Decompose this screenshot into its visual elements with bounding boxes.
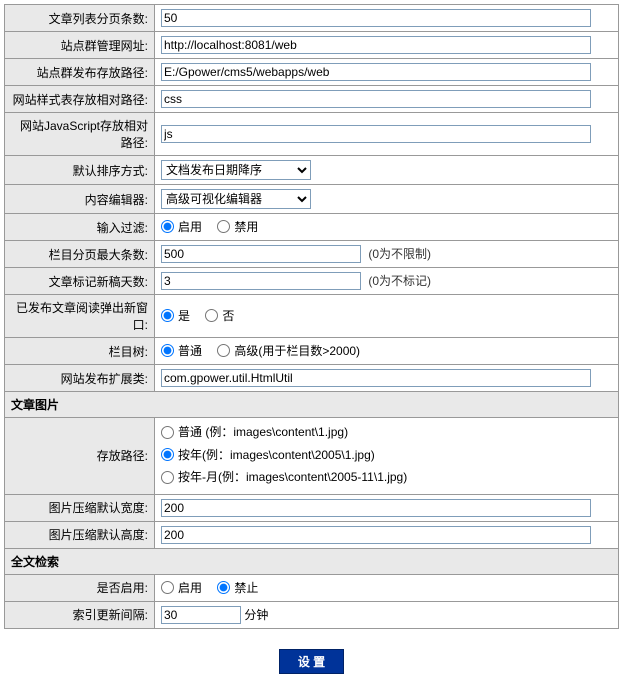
note-new-days: (0为不标记)	[368, 274, 431, 288]
input-css-path[interactable]	[161, 90, 591, 108]
label-ft-enable: 是否启用:	[5, 574, 155, 601]
radio-filter-enable[interactable]: 启用	[161, 218, 202, 235]
label-new-days: 文章标记新稿天数:	[5, 268, 155, 295]
radio-path-normal[interactable]: 普通 (例：images\content\1.jpg)	[161, 422, 348, 442]
select-sort[interactable]: 文档发布日期降序	[161, 160, 311, 180]
label-editor: 内容编辑器:	[5, 185, 155, 214]
input-publish-path[interactable]	[161, 63, 591, 81]
label-ft-interval: 索引更新间隔:	[5, 601, 155, 628]
label-col-max: 栏目分页最大条数:	[5, 241, 155, 268]
note-col-max: (0为不限制)	[368, 247, 431, 261]
input-img-height[interactable]	[161, 526, 591, 544]
radio-newwin-yes[interactable]: 是	[161, 307, 190, 324]
section-fulltext: 全文检索	[5, 548, 619, 574]
label-ext-class: 网站发布扩展类:	[5, 365, 155, 392]
label-admin-url: 站点群管理网址:	[5, 32, 155, 59]
input-img-width[interactable]	[161, 499, 591, 517]
radio-filter-disable[interactable]: 禁用	[217, 218, 258, 235]
input-ext-class[interactable]	[161, 369, 591, 387]
label-publish-path: 站点群发布存放路径:	[5, 59, 155, 86]
label-tree: 栏目树:	[5, 338, 155, 365]
settings-table: 文章列表分页条数: 站点群管理网址: 站点群发布存放路径: 网站样式表存放相对路…	[4, 4, 619, 629]
label-sort: 默认排序方式:	[5, 156, 155, 185]
submit-button[interactable]: 设 置	[279, 649, 344, 674]
input-ft-interval[interactable]	[161, 606, 241, 624]
radio-tree-advanced[interactable]: 高级(用于栏目数>2000)	[217, 342, 360, 359]
radio-tree-normal[interactable]: 普通	[161, 342, 202, 359]
input-page-size[interactable]	[161, 9, 591, 27]
label-filter: 输入过滤:	[5, 214, 155, 241]
radio-newwin-no[interactable]: 否	[205, 307, 234, 324]
select-editor[interactable]: 高级可视化编辑器	[161, 189, 311, 209]
label-img-width: 图片压缩默认宽度:	[5, 494, 155, 521]
label-js-path: 网站JavaScript存放相对路径:	[5, 113, 155, 156]
input-new-days[interactable]	[161, 272, 361, 290]
label-new-window: 已发布文章阅读弹出新窗口:	[5, 295, 155, 338]
unit-minutes: 分钟	[244, 608, 268, 622]
input-admin-url[interactable]	[161, 36, 591, 54]
label-css-path: 网站样式表存放相对路径:	[5, 86, 155, 113]
radio-path-yearmonth[interactable]: 按年-月(例：images\content\2005-11\1.jpg)	[161, 467, 407, 487]
input-js-path[interactable]	[161, 125, 591, 143]
input-col-max[interactable]	[161, 245, 361, 263]
radio-ft-disable[interactable]: 禁止	[217, 579, 258, 596]
label-page-size: 文章列表分页条数:	[5, 5, 155, 32]
label-store-path: 存放路径:	[5, 418, 155, 495]
section-image: 文章图片	[5, 392, 619, 418]
radio-ft-enable[interactable]: 启用	[161, 579, 202, 596]
radio-path-year[interactable]: 按年(例：images\content\2005\1.jpg)	[161, 445, 375, 465]
label-img-height: 图片压缩默认高度:	[5, 521, 155, 548]
